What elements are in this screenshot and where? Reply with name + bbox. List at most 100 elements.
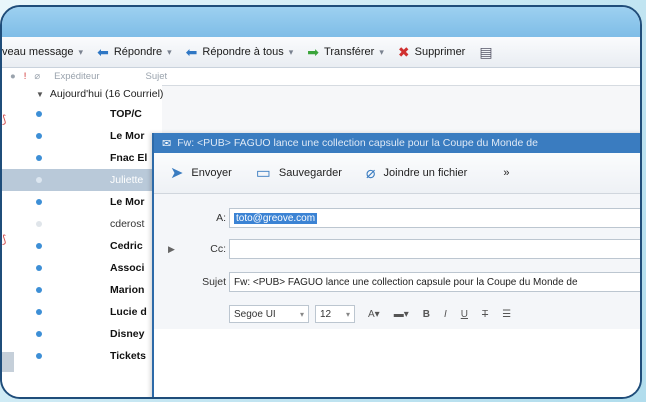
unread-dot-icon [36,199,42,205]
compose-title-bar: ✉ Fw: <PUB> FAGUO lance une collection c… [154,133,640,153]
list-item-selected[interactable]: Juliette [2,169,162,191]
reply-all-label: Répondre à tous [202,46,284,58]
priority-column-icon[interactable]: ! [24,71,27,82]
save-button[interactable]: ▭ Sauvegarder [256,163,342,183]
list-item[interactable]: Le Mor [2,125,162,147]
forward-label: Transférer [324,46,375,58]
sender-name: TOP/C [110,108,142,120]
unread-dot-icon [36,331,42,337]
sender-name: Associ [110,262,145,274]
sender-name: Marion [110,284,145,296]
attach-button[interactable]: ⌀ Joindre un fichier [366,163,467,183]
list-item[interactable]: Cedric [2,235,162,257]
attachment-column-icon[interactable]: ⌀ [34,71,40,82]
group-label: Aujourd'hui (16 Courriel) [49,88,164,100]
message-list: ▼ Aujourd'hui (16 Courriel) ⟆ ⟆ TOP/C Le… [2,85,163,397]
to-row: A: toto@greove.com [154,206,640,230]
sender-name: Disney [110,328,145,340]
forward-button[interactable]: ➡ Transférer ▾ [307,44,384,61]
unread-dot-icon [36,309,42,315]
size-value: 12 [320,308,332,320]
more-button[interactable]: » [503,167,509,179]
delete-label: Supprimer [414,46,466,58]
message-body[interactable] [154,329,640,397]
unread-dot-icon [36,111,42,117]
flag-column-icon[interactable]: ● [10,71,16,82]
collapse-icon: ▼ [36,89,44,99]
format-toolbar: Segoe UI ▾ 12 ▾ A▾ ▬▾ B I U T ☰ [229,303,640,325]
expand-arrow-icon[interactable]: ▶ [168,244,175,255]
forward-icon: ➡ [307,43,320,60]
new-message-label: veau message [2,46,74,58]
send-label: Envoyer [191,167,232,179]
read-dot-icon [36,221,42,227]
main-toolbar: veau message ▾ ⬅ Répondre ▾ ⬅ Répondre à… [2,37,640,68]
unread-dot-icon [36,265,42,271]
to-field[interactable]: toto@greove.com [229,208,640,228]
sender-name: Le Mor [110,130,145,142]
chevron-down-icon: ▾ [379,46,384,57]
sender-name: cderost [110,218,145,230]
subject-field[interactable]: Fw: <PUB> FAGUO lance une collection cap… [229,272,640,292]
list-item[interactable]: TOP/C [2,103,162,125]
list-item[interactable]: Disney [2,323,162,345]
sender-name: Fnac El [110,152,148,164]
list-item[interactable]: Associ [2,257,162,279]
unread-dot-icon [36,353,42,359]
delete-icon: ✖ [397,43,410,60]
compose-window: ✉ Fw: <PUB> FAGUO lance une collection c… [152,133,640,397]
list-item[interactable]: Le Mor [2,191,162,213]
reply-button[interactable]: ⬅ Répondre ▾ [97,44,172,61]
subject-value: Fw: <PUB> FAGUO lance une collection cap… [234,276,578,288]
cc-field[interactable] [229,239,640,259]
chevron-down-icon: ▾ [345,309,350,319]
chevron-down-icon: ▾ [288,46,294,57]
print-button[interactable]: ▤ [479,44,497,61]
attach-label: Joindre un fichier [383,167,468,179]
list-item[interactable]: Lucie d [2,301,162,323]
sender-name: Juliette [110,174,144,186]
underline-icon[interactable]: U [461,309,468,320]
highlight-color-icon[interactable]: ▬▾ [394,309,409,320]
new-message-button[interactable]: veau message ▾ [2,46,83,58]
list-item[interactable]: cderost [2,213,162,235]
pane-splitter[interactable] [2,352,14,372]
save-label: Sauvegarder [278,167,342,179]
reply-all-button[interactable]: ⬅ Répondre à tous ▾ [186,44,294,61]
cc-label: Cc: [210,243,226,255]
send-icon: ➤ [170,165,184,182]
list-icon[interactable]: ☰ [502,309,511,320]
list-item[interactable]: Tickets [2,345,162,367]
to-label: A: [216,212,226,224]
sender-name: Tickets [110,350,146,362]
send-button[interactable]: ➤ Envoyer [170,163,232,183]
font-select[interactable]: Segoe UI ▾ [229,305,309,323]
save-icon: ▭ [255,165,271,182]
print-icon: ▤ [479,43,493,60]
column-header: ● ! ⌀ Expéditeur Sujet [2,68,640,86]
unread-dot-icon [36,133,42,139]
unread-dot-icon [36,177,42,183]
to-value: toto@greove.com [234,212,318,224]
size-select[interactable]: 12 ▾ [315,305,355,323]
more-label: » [503,167,510,179]
reply-label: Répondre [113,46,163,58]
sender-name: Lucie d [110,306,147,318]
paperclip-icon: ⌀ [365,165,376,182]
list-item[interactable]: Fnac El [2,147,162,169]
compose-title: Fw: <PUB> FAGUO lance une collection cap… [177,137,538,149]
unread-dot-icon [36,287,42,293]
delete-button[interactable]: ✖ Supprimer [398,44,465,61]
subject-column-header[interactable]: Sujet [146,71,168,82]
bold-icon[interactable]: B [423,309,430,320]
envelope-icon: ✉ [162,137,172,150]
unread-dot-icon [36,243,42,249]
mail-window: veau message ▾ ⬅ Répondre ▾ ⬅ Répondre à… [0,5,642,399]
italic-icon[interactable]: I [444,309,447,320]
group-header[interactable]: ▼ Aujourd'hui (16 Courriel) [2,85,302,103]
subject-label: Sujet [202,276,226,288]
list-item[interactable]: Marion [2,279,162,301]
sender-column-header[interactable]: Expéditeur [54,71,99,82]
strikethrough-icon[interactable]: T [482,309,488,320]
font-color-icon[interactable]: A▾ [368,309,380,320]
